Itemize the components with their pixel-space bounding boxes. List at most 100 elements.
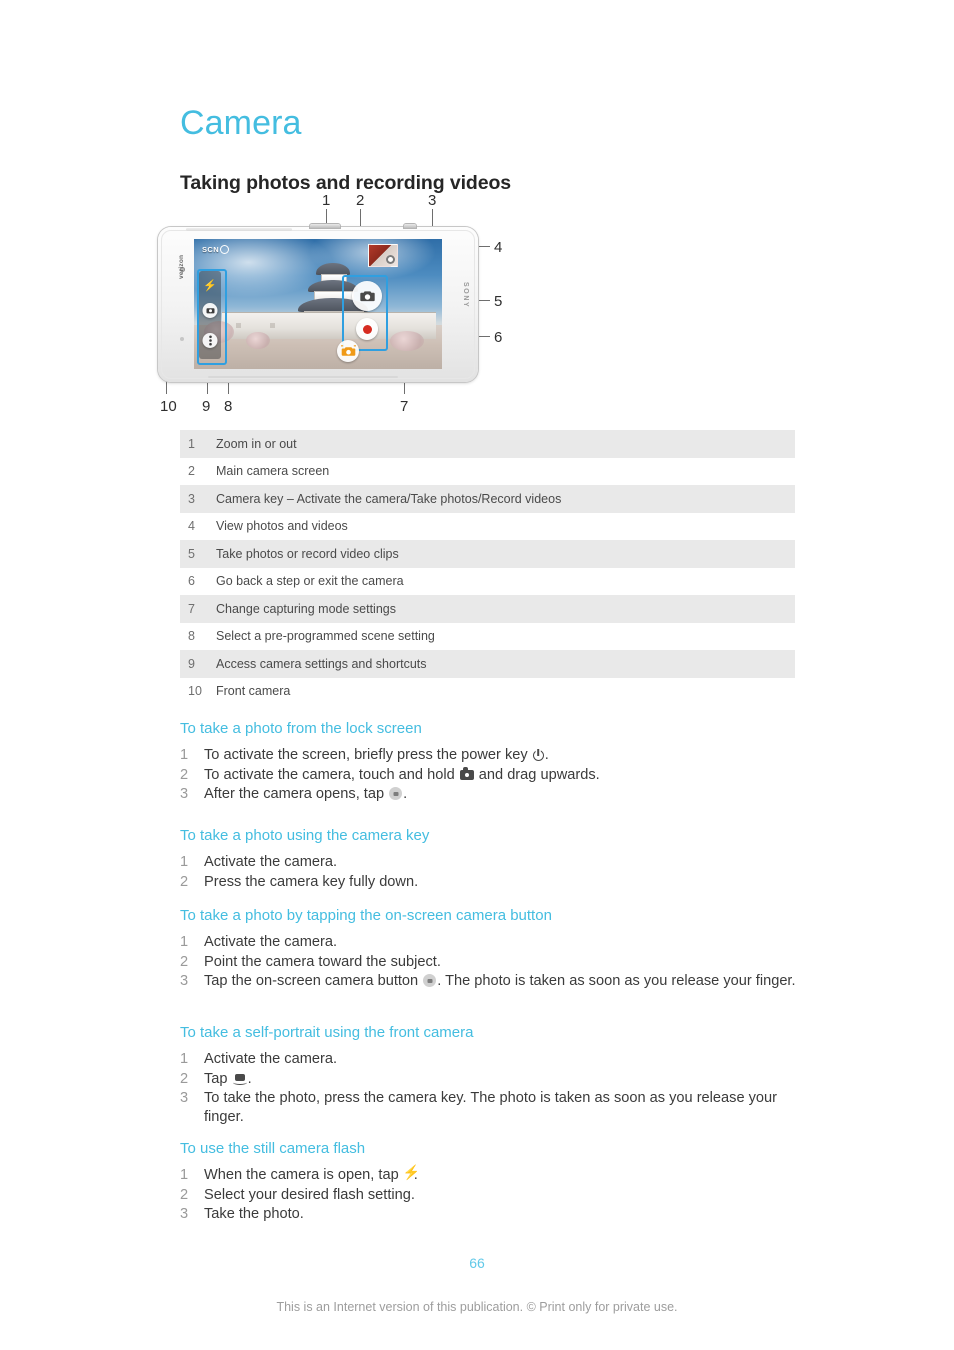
step-list: 1 Activate the camera. 2 Tap . 3 To take th…	[180, 1050, 800, 1126]
procedure-title: To take a photo by tapping the on-screen…	[180, 907, 552, 924]
table-row: 3 Camera key – Activate the camera/Take …	[180, 485, 795, 513]
table-row: 1 Zoom in or out	[180, 430, 795, 458]
camera-menu-icon[interactable]	[202, 333, 218, 348]
record-video-button[interactable]	[356, 318, 378, 340]
procedure-title: To use the still camera flash	[180, 1140, 366, 1157]
flash-icon[interactable]: ⚡	[202, 278, 218, 294]
list-item: 3 Take the photo.	[180, 1205, 800, 1224]
document-page: Camera Taking photos and recording video…	[0, 0, 954, 1350]
list-item: 1 To activate the screen, briefly press t…	[180, 746, 800, 765]
step-list: 1 Activate the camera. 2 Point the camera …	[180, 933, 800, 991]
step-number: 3	[180, 973, 189, 989]
callout-number-9: 9	[202, 398, 211, 415]
carrier-logo: verizon	[178, 254, 185, 279]
legend-index: 8	[188, 629, 195, 644]
callout-number-10: 10	[160, 398, 177, 415]
scene-mode-icon[interactable]	[220, 245, 229, 254]
page-number: 66	[469, 1255, 485, 1271]
step-text: Point the camera toward the subject.	[204, 953, 441, 970]
legend-text: Zoom in or out	[216, 436, 297, 451]
legend-text: View photos and videos	[216, 519, 348, 534]
procedure-title: To take a self-portrait using the front …	[180, 1024, 474, 1041]
list-item: 2 Press the camera key fully down.	[180, 873, 800, 892]
callout-number-2: 2	[356, 192, 365, 209]
camera-viewfinder: SCN ⚡	[194, 239, 442, 369]
legend-text: Main camera screen	[216, 464, 330, 479]
procedure-self-portrait: To take a self-portrait using the front …	[180, 1024, 800, 1127]
scene-mode-label: SCN	[202, 245, 220, 254]
step-text: Tap	[204, 1070, 232, 1087]
step-text: Press the camera key fully down.	[204, 873, 419, 890]
shutter-button[interactable]	[352, 281, 382, 311]
legend-index: 2	[188, 464, 195, 479]
camera-key	[404, 224, 416, 228]
blossom-tree-mid	[246, 332, 270, 349]
step-number: 3	[180, 1090, 189, 1106]
flash-icon	[403, 1165, 420, 1181]
callout-number-6: 6	[494, 329, 503, 346]
sony-logo: SONY	[462, 282, 469, 309]
table-row: 10 Front camera	[180, 678, 795, 706]
footer-note: This is an Internet version of this publ…	[276, 1300, 678, 1314]
table-row: 9 Access camera settings and shortcuts	[180, 650, 795, 678]
table-row: 5 Take photos or record video clips	[180, 540, 795, 568]
shutter-icon	[423, 974, 437, 987]
step-text: Select your desired flash setting.	[204, 1186, 415, 1203]
step-text: Activate the camera.	[204, 854, 338, 870]
step-number: 2	[180, 953, 189, 970]
legend-table: 1 Zoom in or out 2 Main camera screen 3 …	[180, 430, 795, 705]
step-number: 1	[180, 854, 189, 870]
callout-number-5: 5	[494, 293, 503, 310]
step-number: 1	[180, 747, 189, 763]
step-list: 1 Activate the camera. 2 Press the camera …	[180, 853, 800, 891]
phone-bottom-slit	[208, 376, 398, 378]
step-text: Activate the camera.	[204, 1051, 338, 1067]
procedure-title: To take a photo using the camera key	[180, 827, 430, 844]
legend-index: 9	[188, 656, 195, 671]
step-text: Take the photo.	[204, 1206, 304, 1222]
step-text: Activate the camera.	[204, 934, 338, 950]
step-number: 2	[180, 1070, 189, 1087]
legend-index: 7	[188, 601, 195, 616]
table-row: 7 Change capturing mode settings	[180, 595, 795, 623]
callout-number-7: 7	[400, 398, 409, 415]
step-number: 2	[180, 1186, 189, 1203]
list-item: 2 Select your desired flash setting.	[180, 1186, 800, 1205]
table-row: 2 Main camera screen	[180, 458, 795, 486]
step-text: When the camera is open, tap	[204, 1167, 403, 1183]
camera-overview-figure: 1 2 3 4 5 6 7 8 9 10 verizon SONY SCN ⚡	[150, 192, 530, 420]
step-number: 1	[180, 1051, 189, 1067]
table-row: 4 View photos and videos	[180, 513, 795, 541]
step-number: 3	[180, 1206, 189, 1222]
legend-text: Change capturing mode settings	[216, 601, 396, 616]
legend-index: 6	[188, 574, 195, 589]
step-text-after: .	[247, 1070, 252, 1087]
legend-text: Front camera	[216, 684, 291, 699]
legend-text: Select a pre-programmed scene setting	[216, 629, 435, 644]
gallery-thumbnail[interactable]	[368, 244, 398, 267]
list-item: 3 After the camera opens, tap .	[180, 785, 800, 804]
list-item: 1 Activate the camera.	[180, 1050, 800, 1069]
camera-solid-icon	[459, 766, 474, 780]
step-text: To activate the camera, touch and hold	[204, 766, 459, 783]
legend-text: Access camera settings and shortcuts	[216, 656, 427, 671]
step-text-after: .	[403, 786, 408, 802]
table-row: 8 Select a pre-programmed scene setting	[180, 623, 795, 651]
camera-settings-strip[interactable]: ⚡	[199, 271, 221, 359]
list-item: 2 To activate the camera, touch and hold …	[180, 766, 800, 785]
callout-number-4: 4	[494, 239, 503, 256]
step-text: Tap the on-screen camera button	[204, 973, 423, 989]
procedure-lock-screen: To take a photo from the lock screen 1 To…	[180, 720, 800, 805]
callout-number-8: 8	[224, 398, 233, 415]
phone-speaker	[180, 337, 184, 341]
legend-text: Go back a step or exit the camera	[216, 574, 404, 589]
power-icon	[532, 750, 544, 761]
list-item: 1 Activate the camera.	[180, 853, 800, 872]
front-camera-icon[interactable]	[202, 303, 218, 318]
step-text-after: .	[544, 747, 549, 763]
list-item: 2 Tap .	[180, 1070, 800, 1089]
step-text: After the camera opens, tap	[204, 786, 389, 802]
procedure-still-flash: To use the still camera flash 1 When the …	[180, 1140, 800, 1225]
capturing-mode-button[interactable]	[337, 340, 359, 362]
shutter-icon	[389, 787, 403, 800]
